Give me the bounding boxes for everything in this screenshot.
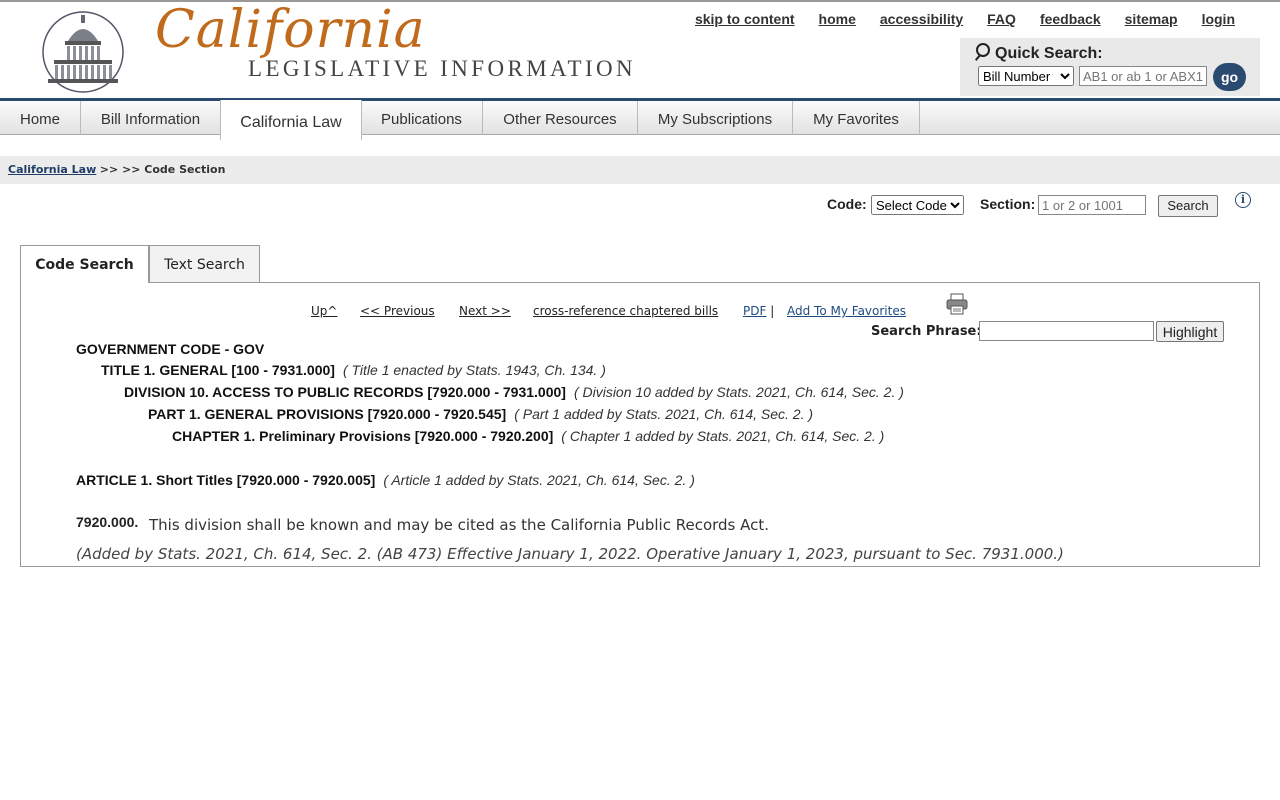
up-link-wrap: Up^ [311, 304, 337, 318]
section-number: 7920.000. [76, 514, 139, 530]
breadcrumb-trail: >> >> Code Section [99, 163, 226, 176]
login-link[interactable]: login [1202, 11, 1235, 27]
hierarchy-title: TITLE 1. GENERAL [100 - 7931.000]( Title… [101, 362, 606, 378]
next-link[interactable]: Next >> [459, 304, 511, 318]
hierarchy-chapter: CHAPTER 1. Preliminary Provisions [7920.… [172, 428, 885, 444]
section-history-note: (Added by Stats. 2021, Ch. 614, Sec. 2. … [76, 545, 1064, 563]
breadcrumb-california-law-link[interactable]: California Law [8, 163, 96, 176]
previous-link[interactable]: << Previous [360, 304, 435, 318]
breadcrumb: California Law >> >> Code Section [0, 156, 1280, 184]
quick-search-input[interactable] [1079, 66, 1207, 86]
pdf-link-wrap: PDF | [743, 304, 774, 318]
quick-search-type-select[interactable]: Bill Number [978, 66, 1074, 86]
quick-search-title: Quick Search: [976, 43, 1103, 63]
main-nav: Home Bill Information California Law Pub… [0, 98, 1280, 140]
hierarchy-code: GOVERNMENT CODE - GOV [76, 341, 265, 357]
capitol-dome-logo-icon [42, 11, 124, 93]
quick-search-go-button[interactable]: go [1213, 63, 1246, 91]
section-input[interactable] [1038, 195, 1146, 215]
logo-legislative-information: LEGISLATIVE INFORMATION [248, 56, 637, 81]
pdf-link[interactable]: PDF [743, 304, 766, 318]
code-select[interactable]: Select Code [871, 195, 964, 215]
search-phrase-label: Search Phrase: [871, 324, 982, 339]
utility-links: skip to content home accessibility FAQ f… [695, 11, 1235, 27]
tab-text-search[interactable]: Text Search [149, 245, 260, 282]
quick-search-box: Quick Search: Bill Number go [960, 38, 1260, 96]
nav-bill-information[interactable]: Bill Information [81, 101, 221, 135]
nav-my-subscriptions[interactable]: My Subscriptions [638, 101, 793, 135]
hierarchy-division: DIVISION 10. ACCESS TO PUBLIC RECORDS [7… [124, 384, 904, 400]
section-label: Section: [980, 196, 1036, 212]
section-search-button[interactable]: Search [1158, 195, 1218, 217]
nav-california-law[interactable]: California Law [220, 100, 362, 140]
cross-reference-link[interactable]: cross-reference chaptered bills [533, 304, 718, 318]
nav-publications[interactable]: Publications [361, 101, 483, 135]
up-link[interactable]: Up^ [311, 304, 337, 318]
feedback-link[interactable]: feedback [1040, 11, 1101, 27]
previous-link-wrap: << Previous [360, 304, 435, 318]
favorites-link-wrap: Add To My Favorites [787, 304, 906, 318]
next-link-wrap: Next >> [459, 304, 511, 318]
accessibility-link[interactable]: accessibility [880, 11, 963, 27]
sitemap-link[interactable]: sitemap [1125, 11, 1178, 27]
section-input-wrap [1038, 195, 1146, 215]
tab-code-search[interactable]: Code Search [20, 245, 149, 283]
faq-link[interactable]: FAQ [987, 11, 1016, 27]
nav-home[interactable]: Home [0, 101, 81, 135]
site-header: California LEGISLATIVE INFORMATION skip … [0, 0, 1280, 98]
home-link[interactable]: home [819, 11, 856, 27]
highlight-button[interactable]: Highlight [1156, 321, 1224, 342]
link-separator: | [770, 304, 775, 318]
article-heading: ARTICLE 1. Short Titles [7920.000 - 7920… [76, 472, 695, 488]
nav-my-favorites[interactable]: My Favorites [793, 101, 920, 135]
code-label: Code: [827, 196, 867, 212]
printer-icon[interactable] [946, 293, 968, 315]
search-phrase-input[interactable] [979, 321, 1154, 341]
info-icon[interactable]: i [1235, 192, 1251, 208]
magnifier-icon [976, 43, 990, 57]
add-to-favorites-link[interactable]: Add To My Favorites [787, 304, 906, 318]
section-text: This division shall be known and may be … [149, 516, 770, 534]
skip-to-content-link[interactable]: skip to content [695, 11, 795, 27]
hierarchy-part: PART 1. GENERAL PROVISIONS [7920.000 - 7… [148, 406, 814, 422]
logo-california-script: California [155, 0, 426, 60]
nav-other-resources[interactable]: Other Resources [483, 101, 638, 135]
code-select-wrap: Select Code [871, 195, 964, 215]
crossref-link-wrap: cross-reference chaptered bills [533, 304, 718, 318]
